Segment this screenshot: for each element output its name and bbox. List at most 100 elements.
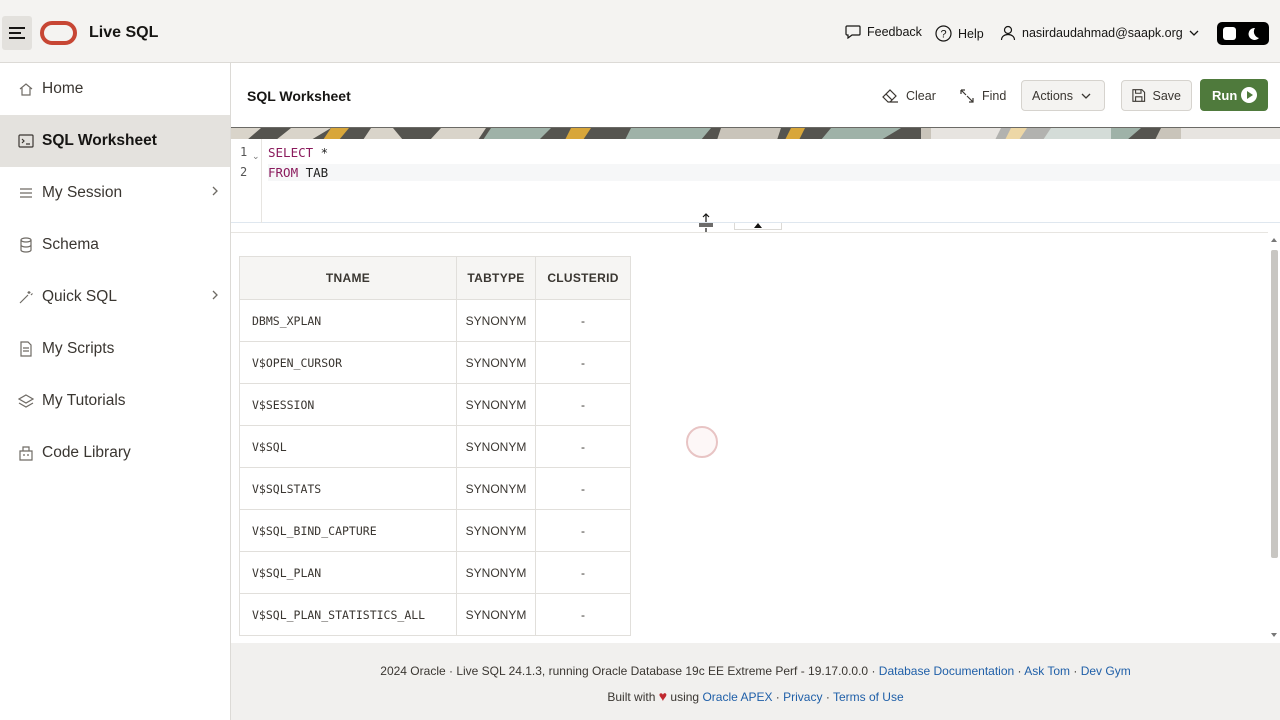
feedback-button[interactable]: Feedback xyxy=(845,25,922,39)
table-row: DBMS_XPLAN SYNONYM - xyxy=(239,299,631,342)
cell-clusterid: - xyxy=(535,341,631,384)
wand-icon xyxy=(17,288,35,306)
heart-icon: ♥ xyxy=(658,688,668,704)
find-button[interactable]: Find xyxy=(949,80,1016,111)
sidebar-item-sql-worksheet[interactable]: SQL Worksheet xyxy=(0,115,230,167)
user-email: nasirdaudahmad@saapk.org xyxy=(1022,26,1183,40)
footer-separator: · xyxy=(1070,664,1081,678)
footer-separator: · xyxy=(822,690,833,704)
dev-gym-link[interactable]: Dev Gym xyxy=(1081,664,1131,678)
menu-toggle-button[interactable] xyxy=(2,16,32,50)
database-icon xyxy=(17,236,35,254)
cell-tname: V$SQLSTATS xyxy=(239,467,457,510)
table-row: V$SQL_PLAN_STATISTICS_ALL SYNONYM - xyxy=(239,593,631,636)
pane-splitter[interactable] xyxy=(231,213,1280,237)
table-header-row: TNAME TABTYPE CLUSTERID xyxy=(239,256,631,300)
page-footer: 2024 Oracle · Live SQL 24.1.3, running O… xyxy=(231,643,1280,720)
cell-tabtype: SYNONYM xyxy=(456,593,536,636)
privacy-link[interactable]: Privacy xyxy=(783,690,822,704)
save-icon xyxy=(1132,89,1146,102)
cell-tabtype: SYNONYM xyxy=(456,425,536,468)
table-row: V$SQLSTATS SYNONYM - xyxy=(239,467,631,510)
cell-tname: DBMS_XPLAN xyxy=(239,299,457,342)
table-row: V$SQL_PLAN SYNONYM - xyxy=(239,551,631,594)
sidebar-item-schema[interactable]: Schema xyxy=(0,219,230,271)
chevron-down-icon xyxy=(1189,30,1199,36)
building-icon xyxy=(17,444,35,462)
table-row: V$SESSION SYNONYM - xyxy=(239,383,631,426)
sidebar-item-label: My Tutorials xyxy=(42,392,126,409)
home-icon xyxy=(17,80,35,98)
sql-editor[interactable]: 1 ⌄ 2 SELECT * FROM TAB xyxy=(231,139,1280,223)
chevron-right-icon xyxy=(212,186,218,196)
line-number: 2 xyxy=(240,165,248,179)
layers-icon xyxy=(17,392,35,410)
actions-menu-button[interactable]: Actions xyxy=(1021,80,1105,111)
terms-of-use-link[interactable]: Terms of Use xyxy=(833,690,904,704)
oracle-apex-link[interactable]: Oracle APEX xyxy=(702,690,772,704)
code-line[interactable]: SELECT * xyxy=(268,145,328,160)
run-label: Run xyxy=(1212,87,1238,103)
code-line[interactable]: FROM TAB xyxy=(268,164,1280,181)
results-scrollbar[interactable] xyxy=(1268,232,1280,643)
clear-button[interactable]: Clear xyxy=(872,80,946,111)
scroll-down-icon[interactable] xyxy=(1271,633,1277,637)
database-documentation-link[interactable]: Database Documentation xyxy=(879,664,1014,678)
column-header-tname[interactable]: TNAME xyxy=(239,256,457,300)
sidebar-item-my-scripts[interactable]: My Scripts xyxy=(0,323,230,375)
terminal-icon xyxy=(17,132,35,150)
decorative-banner xyxy=(231,127,1280,139)
svg-text:?: ? xyxy=(940,29,946,41)
app-title[interactable]: Live SQL xyxy=(89,24,158,42)
sidebar-item-quick-sql[interactable]: Quick SQL xyxy=(0,271,230,323)
theme-toggle[interactable] xyxy=(1217,22,1269,45)
column-header-tabtype[interactable]: TABTYPE xyxy=(456,256,536,300)
oracle-logo[interactable] xyxy=(40,21,77,45)
cell-clusterid: - xyxy=(535,383,631,426)
cursor-highlight xyxy=(686,426,718,458)
footer-version-text: 2024 Oracle · Live SQL 24.1.3, running O… xyxy=(380,664,879,678)
column-header-clusterid[interactable]: CLUSTERID xyxy=(535,256,631,300)
cell-tname: V$SQL_PLAN xyxy=(239,551,457,594)
sidebar-item-my-session[interactable]: My Session xyxy=(0,167,230,219)
clear-label: Clear xyxy=(906,88,936,103)
sidebar-item-code-library[interactable]: Code Library xyxy=(0,427,230,479)
sql-text: * xyxy=(313,145,329,160)
sql-text: TAB xyxy=(298,165,329,180)
find-label: Find xyxy=(982,88,1007,103)
footer-line-2: Built with ♥ using Oracle APEX · Privacy… xyxy=(231,688,1280,704)
cell-tabtype: SYNONYM xyxy=(456,467,536,510)
table-row: V$SQL_BIND_CAPTURE SYNONYM - xyxy=(239,509,631,552)
sidebar-item-label: Code Library xyxy=(42,444,131,461)
save-button[interactable]: Save xyxy=(1121,80,1192,111)
cell-clusterid: - xyxy=(535,509,631,552)
top-header: Live SQL Feedback ? Help nasirdaudahmad@… xyxy=(0,0,1280,63)
cell-clusterid: - xyxy=(535,593,631,636)
hamburger-icon xyxy=(9,27,25,39)
moon-icon xyxy=(1248,27,1259,40)
cell-tabtype: SYNONYM xyxy=(456,551,536,594)
run-button[interactable]: Run xyxy=(1200,79,1268,111)
sidebar-item-my-tutorials[interactable]: My Tutorials xyxy=(0,375,230,427)
cell-tname: V$OPEN_CURSOR xyxy=(239,341,457,384)
scrollbar-thumb[interactable] xyxy=(1271,250,1278,558)
worksheet-main: SQL Worksheet Clear Find Actions Save Ru… xyxy=(231,63,1280,643)
sidebar: Home SQL Worksheet My Session Schema Qui… xyxy=(0,63,231,720)
chevron-right-icon xyxy=(212,290,218,300)
sidebar-item-label: My Session xyxy=(42,184,123,201)
fold-chevron-icon[interactable]: ⌄ xyxy=(252,151,260,162)
cell-clusterid: - xyxy=(535,467,631,510)
scroll-up-icon[interactable] xyxy=(1271,238,1277,242)
table-row: V$OPEN_CURSOR SYNONYM - xyxy=(239,341,631,384)
user-menu[interactable]: nasirdaudahmad@saapk.org xyxy=(1000,25,1199,41)
help-button[interactable]: ? Help xyxy=(935,25,984,42)
help-label: Help xyxy=(958,26,984,41)
page-title: SQL Worksheet xyxy=(247,88,351,104)
collapse-results-button[interactable] xyxy=(734,223,782,230)
speech-bubble-icon xyxy=(845,25,861,39)
user-icon xyxy=(1000,25,1016,41)
ask-tom-link[interactable]: Ask Tom xyxy=(1024,664,1070,678)
document-icon xyxy=(17,340,35,358)
line-number: 1 xyxy=(240,145,248,159)
sidebar-item-home[interactable]: Home xyxy=(0,63,230,115)
